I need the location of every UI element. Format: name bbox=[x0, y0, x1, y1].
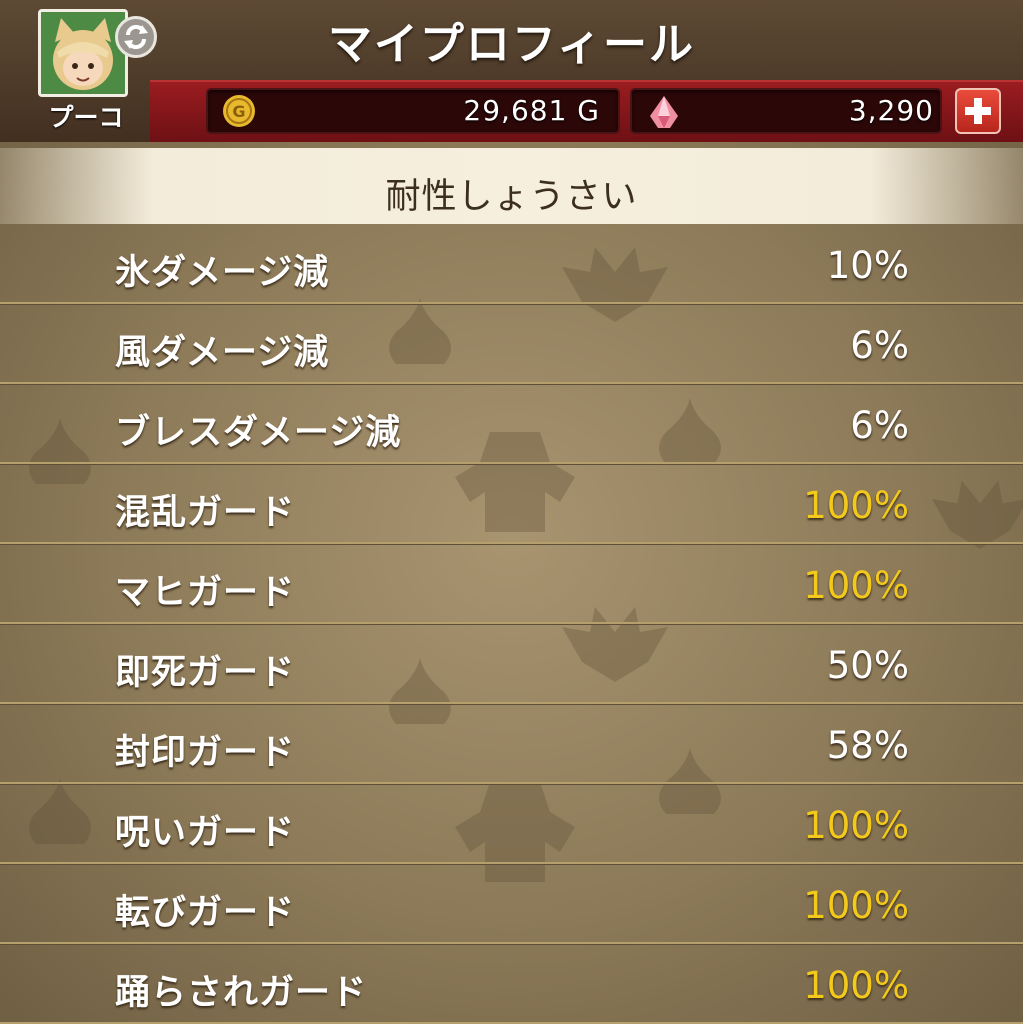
resistance-row: 即死ガード 50% bbox=[0, 624, 1023, 704]
player-name: プーコ bbox=[48, 103, 124, 132]
gem-icon bbox=[650, 96, 678, 128]
resistance-value: 100% bbox=[803, 884, 909, 927]
svg-text:G: G bbox=[232, 102, 245, 121]
resistance-value: 6% bbox=[850, 404, 909, 447]
plus-icon bbox=[965, 98, 991, 124]
gold-counter: G 29,681 G bbox=[206, 88, 620, 134]
gold-amount: 29,681 G bbox=[463, 94, 600, 127]
swap-arrows-icon bbox=[124, 24, 148, 50]
resistance-value: 58% bbox=[826, 724, 909, 767]
resistance-value: 50% bbox=[826, 644, 909, 687]
resistance-label: 風ダメージ減 bbox=[115, 333, 330, 373]
resistance-label: マヒガード bbox=[115, 573, 296, 613]
resistance-label: 封印ガード bbox=[115, 733, 296, 773]
gem-counter: 3,290 bbox=[630, 88, 942, 134]
resistance-label: 氷ダメージ減 bbox=[115, 253, 330, 293]
resistance-row: 混乱ガード 100% bbox=[0, 464, 1023, 544]
resistance-value: 6% bbox=[850, 324, 909, 367]
resistance-row: 封印ガード 58% bbox=[0, 704, 1023, 784]
gem-amount: 3,290 bbox=[848, 94, 934, 127]
resistance-value: 10% bbox=[826, 244, 909, 287]
resistance-row: 風ダメージ減 6% bbox=[0, 304, 1023, 384]
gold-coin-icon: G bbox=[223, 95, 255, 127]
resistance-value: 100% bbox=[803, 564, 909, 607]
resistance-panel: 耐性しょうさい 氷ダメージ減 10% 風ダメージ減 6% ブレスダメージ減 6% 混乱… bbox=[0, 142, 1023, 1024]
resistance-label: 踊らされガード bbox=[115, 973, 368, 1013]
resistance-value: 100% bbox=[803, 804, 909, 847]
resistance-list: 氷ダメージ減 10% 風ダメージ減 6% ブレスダメージ減 6% 混乱ガード 100% … bbox=[0, 224, 1023, 1024]
resistance-row: ブレスダメージ減 6% bbox=[0, 384, 1023, 464]
resistance-label: ブレスダメージ減 bbox=[115, 413, 402, 453]
section-title: 耐性しょうさい bbox=[385, 177, 638, 217]
section-title-bar: 耐性しょうさい bbox=[0, 148, 1023, 224]
resistance-value: 100% bbox=[803, 484, 909, 527]
resistance-row: 呪いガード 100% bbox=[0, 784, 1023, 864]
resistance-value: 100% bbox=[803, 964, 909, 1007]
add-gems-button[interactable] bbox=[955, 88, 1001, 134]
header-bar: マイプロフィール プーコ G 29,681 G 3,290 bbox=[0, 0, 1023, 144]
resistance-row: 転びガード 100% bbox=[0, 864, 1023, 944]
avatar[interactable] bbox=[38, 9, 128, 97]
resistance-label: 呪いガード bbox=[115, 813, 296, 853]
resistance-row: マヒガード 100% bbox=[0, 544, 1023, 624]
resistance-label: 転びガード bbox=[115, 893, 296, 933]
resistance-row: 氷ダメージ減 10% bbox=[0, 224, 1023, 304]
resistance-row: 踊らされガード 100% bbox=[0, 944, 1023, 1024]
swap-icon[interactable] bbox=[115, 16, 157, 58]
resistance-label: 混乱ガード bbox=[115, 493, 296, 533]
resistance-label: 即死ガード bbox=[115, 653, 296, 693]
avatar-portrait bbox=[41, 12, 125, 94]
